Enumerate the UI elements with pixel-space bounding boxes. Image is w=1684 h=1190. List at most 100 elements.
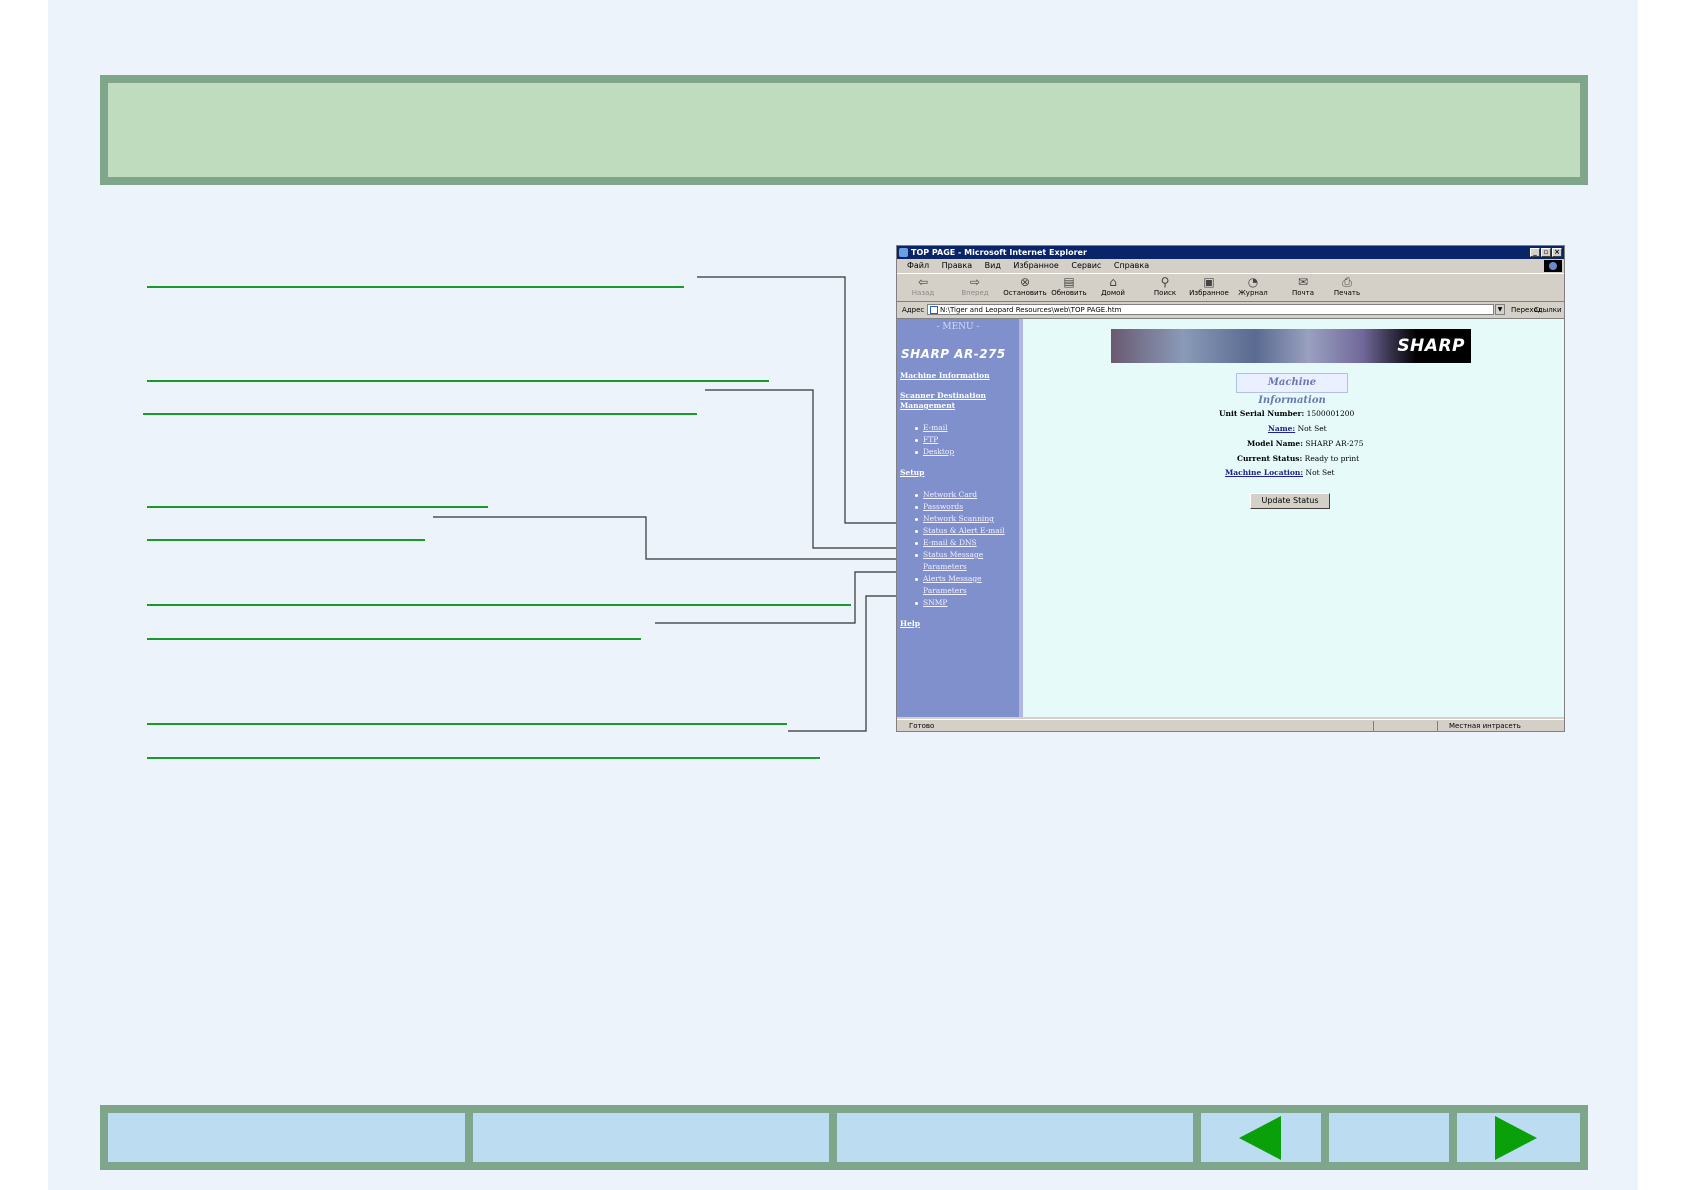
triangle-right-icon [1495, 1116, 1537, 1160]
sidebar-link-network-card[interactable]: Network Card [915, 490, 977, 499]
ie-app-icon [899, 248, 908, 257]
browser-status-bar: Готово Местная интрасеть [897, 719, 1564, 732]
favorites-button[interactable]: ▣ Избранное [1187, 274, 1231, 301]
close-button[interactable]: × [1552, 248, 1562, 257]
model-value: SHARP AR-275 [1305, 439, 1364, 448]
menu-help[interactable]: Справка [1114, 261, 1149, 270]
sidebar-link-alerts-message-2[interactable]: Parameters [923, 586, 967, 595]
location-link[interactable]: Machine Location: [1225, 468, 1303, 477]
sidebar-link-ftp[interactable]: FTP [915, 435, 938, 444]
menu-view[interactable]: Вид [985, 261, 1001, 270]
update-status-button[interactable]: Update Status [1250, 493, 1330, 509]
sidebar-link-network-scanning[interactable]: Network Scanning [915, 514, 994, 523]
sidebar-link-status-message[interactable]: Status Message [915, 550, 983, 559]
maximize-button[interactable]: ▫ [1541, 248, 1551, 257]
forward-button[interactable]: ⇨ Вперед [953, 274, 997, 301]
name-link[interactable]: Name: [1268, 424, 1295, 433]
status-label: Current Status: [1237, 454, 1303, 463]
status-text: Готово [909, 722, 935, 730]
sidebar-link-status-message-2[interactable]: Parameters [923, 562, 967, 571]
status-row: Current Status: Ready to print [1237, 454, 1359, 463]
minimize-button[interactable]: _ [1530, 248, 1540, 257]
home-button[interactable]: ⌂ Домой [1091, 274, 1135, 301]
sidebar-link-passwords[interactable]: Passwords [915, 502, 963, 511]
sidebar-link-setup[interactable]: Setup [900, 468, 924, 477]
address-input[interactable]: N:\Tiger and Leopard Resources\web\TOP P… [927, 304, 1494, 315]
address-value: N:\Tiger and Leopard Resources\web\TOP P… [940, 306, 1122, 314]
sidebar-link-desktop[interactable]: Desktop [915, 447, 954, 456]
favorites-label: Избранное [1189, 289, 1229, 297]
connector-alerts-message [730, 572, 860, 622]
sharp-logo: SHARP [1397, 336, 1465, 356]
mail-button[interactable]: ✉ Почта [1281, 274, 1325, 301]
menu-favorites[interactable]: Избранное [1013, 261, 1058, 270]
name-row: Name: Not Set [1268, 424, 1327, 433]
refresh-icon: ▤ [1063, 275, 1075, 289]
history-icon: ◔ [1247, 275, 1259, 289]
print-button[interactable]: ⎙ Печать [1325, 274, 1369, 301]
serial-value: 1500001200 [1306, 409, 1355, 418]
favorites-icon: ▣ [1203, 275, 1215, 289]
back-button[interactable]: ⇦ Назад [901, 274, 945, 301]
previous-page-button[interactable] [1201, 1113, 1321, 1162]
history-button[interactable]: ◔ Журнал [1231, 274, 1275, 301]
nav-cell-5[interactable] [1329, 1113, 1449, 1162]
model-row: Model Name: SHARP AR-275 [1247, 439, 1363, 448]
connector-setup [433, 516, 900, 560]
machine-information-title: Machine Information [1236, 373, 1348, 406]
stop-button[interactable]: ⊗ Остановить [1003, 274, 1047, 301]
sidebar-link-machine-information[interactable]: Machine Information [900, 371, 990, 380]
sidebar-link-alerts-message[interactable]: Alerts Message [915, 574, 982, 583]
nav-cell-1[interactable] [108, 1113, 465, 1162]
mail-icon: ✉ [1297, 275, 1309, 289]
search-button[interactable]: ⚲ Поиск [1143, 274, 1187, 301]
location-value: Not Set [1305, 468, 1335, 477]
browser-title-bar: TOP PAGE - Microsoft Internet Explorer _… [897, 246, 1564, 259]
bottom-nav-bar [100, 1105, 1588, 1170]
page-icon [930, 306, 938, 314]
status-divider [1437, 721, 1438, 731]
sidebar-link-scanner-destination[interactable]: Scanner Destination [900, 391, 986, 400]
stop-icon: ⊗ [1019, 275, 1031, 289]
windows-logo-icon [1544, 260, 1562, 272]
refresh-button[interactable]: ▤ Обновить [1047, 274, 1091, 301]
sharp-banner: SHARP [1111, 329, 1471, 363]
sidebar-link-status-alert-email[interactable]: Status & Alert E-mail [915, 526, 1005, 535]
model-label: Model Name: [1247, 439, 1303, 448]
window-title: TOP PAGE - Microsoft Internet Explorer [911, 248, 1087, 257]
serial-label: Unit Serial Number: [1219, 409, 1305, 418]
status-zone: Местная интрасеть [1449, 722, 1521, 730]
name-value: Not Set [1297, 424, 1327, 433]
serial-row: Unit Serial Number: 1500001200 [1219, 409, 1354, 418]
history-label: Журнал [1238, 289, 1268, 297]
nav-cell-2[interactable] [473, 1113, 829, 1162]
address-dropdown-icon[interactable]: ▼ [1495, 304, 1505, 315]
status-value: Ready to print [1304, 454, 1360, 463]
connector-status-message [655, 571, 900, 624]
browser-content: - MENU - SHARP AR-275 Machine Informatio… [897, 319, 1564, 717]
back-label: Назад [911, 289, 935, 297]
sidebar-link-scanner-destination-2[interactable]: Management [900, 401, 955, 410]
sidebar-link-help[interactable]: Help [900, 619, 920, 628]
next-page-button[interactable] [1457, 1113, 1580, 1162]
address-label: Адрес [902, 306, 925, 314]
mail-label: Почта [1291, 289, 1315, 297]
menu-file[interactable]: Файл [907, 261, 929, 270]
menu-edit[interactable]: Правка [942, 261, 972, 270]
print-label: Печать [1333, 289, 1361, 297]
triangle-left-icon [1239, 1116, 1281, 1160]
sidebar-link-email[interactable]: E-mail [915, 423, 948, 432]
browser-window: TOP PAGE - Microsoft Internet Explorer _… [896, 245, 1565, 732]
nav-cell-3[interactable] [837, 1113, 1193, 1162]
browser-toolbar: ⇦ Назад ⇨ Вперед ⊗ Остановить ▤ Обновить ⌂ До… [897, 274, 1564, 302]
sidebar-link-email-dns[interactable]: E-mail & DNS [915, 538, 977, 547]
sidebar-link-snmp[interactable]: SNMP [915, 598, 947, 607]
menu-tools[interactable]: Сервис [1071, 261, 1101, 270]
search-label: Поиск [1153, 289, 1177, 297]
location-row: Machine Location: Not Set [1225, 468, 1335, 477]
address-bar: Адрес N:\Tiger and Leopard Resources\web… [897, 302, 1564, 319]
links-button[interactable]: Ссылки [1534, 302, 1562, 318]
print-icon: ⎙ [1342, 275, 1352, 289]
home-icon: ⌂ [1109, 275, 1117, 289]
model-heading: SHARP AR-275 [901, 347, 1006, 361]
